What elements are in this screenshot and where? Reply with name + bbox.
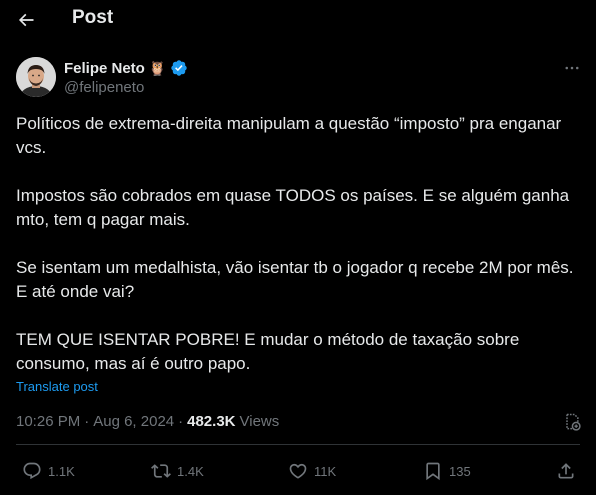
- analytics-icon: [566, 413, 581, 431]
- reply-icon: [23, 462, 41, 480]
- tweet-text: Políticos de extrema-direita manipulam a…: [16, 112, 578, 376]
- analytics-button[interactable]: [560, 410, 584, 434]
- repost-count: 1.4K: [177, 463, 204, 479]
- translate-post-link[interactable]: Translate post: [16, 379, 98, 394]
- back-button[interactable]: [10, 4, 42, 36]
- tweet-paragraph: Políticos de extrema-direita manipulam a…: [16, 114, 562, 157]
- author-name-row: Felipe Neto 🦉: [64, 58, 188, 78]
- owl-emoji: 🦉: [148, 60, 167, 76]
- bookmark-icon: [426, 462, 440, 481]
- author-handle[interactable]: @felipeneto: [64, 79, 144, 96]
- avatar[interactable]: [16, 57, 56, 97]
- like-count: 11K: [314, 463, 337, 479]
- heart-icon: [289, 463, 307, 479]
- bookmark-button[interactable]: 135: [423, 458, 471, 484]
- post-time[interactable]: 10:26 PM: [16, 413, 80, 430]
- share-icon: [558, 463, 574, 479]
- repost-icon: [151, 464, 171, 478]
- reply-button[interactable]: 1.1K: [22, 458, 75, 484]
- views-count: 482.3K: [187, 413, 236, 430]
- verified-badge-icon[interactable]: [170, 59, 188, 77]
- tweet-paragraph: Se isentam um medalhista, vão isentar tb…: [16, 258, 574, 301]
- tweet-paragraph: TEM QUE ISENTAR POBRE! E mudar o método …: [16, 330, 520, 373]
- tweet-paragraph: Impostos são cobrados em quase TODOS os …: [16, 186, 570, 229]
- repost-button[interactable]: 1.4K: [151, 458, 204, 484]
- meta-separator: ·: [178, 413, 184, 430]
- avatar-image: [16, 57, 56, 97]
- views-label: Views: [239, 413, 280, 430]
- tweet-meta: 10:26 PM · Aug 6, 2024 · 482.3K Views: [16, 413, 279, 430]
- bookmark-count: 135: [449, 463, 471, 479]
- arrow-left-icon: [18, 13, 34, 27]
- share-button[interactable]: [556, 458, 576, 484]
- page-title: Post: [72, 7, 114, 28]
- post-date[interactable]: Aug 6, 2024: [93, 413, 174, 430]
- more-horizontal-icon: [565, 66, 579, 70]
- divider: [16, 444, 580, 445]
- like-button[interactable]: 11K: [288, 458, 336, 484]
- action-bar: 1.1K 1.4K 11K 135: [0, 458, 596, 484]
- more-options-button[interactable]: [560, 58, 584, 78]
- reply-count: 1.1K: [48, 463, 75, 479]
- top-bar: Post: [0, 0, 596, 40]
- meta-separator: ·: [84, 413, 90, 430]
- author-name[interactable]: Felipe Neto: [64, 60, 145, 77]
